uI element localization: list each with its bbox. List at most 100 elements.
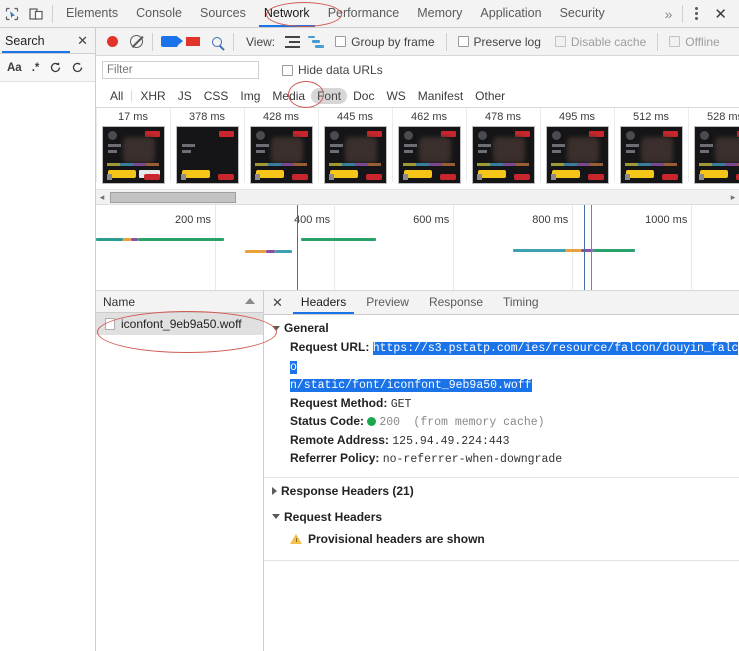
type-filter-img[interactable]: Img bbox=[234, 88, 266, 104]
filmstrip-frame-thumbnail[interactable] bbox=[693, 126, 739, 184]
type-filter-doc[interactable]: Doc bbox=[347, 88, 380, 104]
filmstrip-frame[interactable]: 17 ms bbox=[96, 108, 170, 189]
scrollbar-thumb[interactable] bbox=[110, 191, 236, 203]
filmstrip-frame[interactable]: 512 ms bbox=[614, 108, 688, 189]
scrollbar-left-arrow-icon[interactable]: ◂ bbox=[96, 192, 108, 203]
refresh-icon[interactable] bbox=[45, 58, 65, 78]
search-close-icon[interactable]: ✕ bbox=[77, 33, 95, 49]
provisional-headers-row: Provisional headers are shown bbox=[264, 528, 739, 546]
checkbox-box-preserve-log[interactable] bbox=[457, 36, 469, 47]
tab-application[interactable]: Application bbox=[471, 0, 550, 27]
inspect-element-icon[interactable] bbox=[0, 1, 24, 27]
record-button[interactable] bbox=[100, 29, 124, 55]
checkbox-hide-data-urls[interactable]: Hide data URLs bbox=[275, 63, 390, 77]
waterfall-view-button[interactable] bbox=[304, 29, 328, 55]
request-detail-pane: ✕ Headers Preview Response Timing Genera… bbox=[264, 291, 739, 651]
overview-timeline[interactable]: 200 ms 400 ms 600 ms 800 ms 1000 ms bbox=[96, 205, 739, 291]
checkbox-box-hide-data-urls[interactable] bbox=[282, 64, 293, 76]
overview-request-bar bbox=[244, 250, 266, 253]
overview-scrollbar[interactable]: ◂ ▸ bbox=[96, 190, 739, 205]
close-icon[interactable]: ✕ bbox=[706, 5, 735, 23]
overview-gridline bbox=[215, 205, 217, 290]
filmstrip-frame[interactable]: 478 ms bbox=[466, 108, 540, 189]
request-list-header[interactable]: Name bbox=[96, 291, 263, 313]
filter-input[interactable] bbox=[102, 61, 259, 79]
clear-button[interactable] bbox=[124, 29, 148, 55]
type-filter-xhr[interactable]: XHR bbox=[134, 88, 171, 104]
tab-console[interactable]: Console bbox=[127, 0, 191, 27]
devtools-window: Elements Console Sources Network Perform… bbox=[0, 0, 739, 651]
tab-headers[interactable]: Headers bbox=[291, 291, 356, 314]
filter-button[interactable] bbox=[181, 29, 205, 55]
tab-preview[interactable]: Preview bbox=[356, 291, 419, 314]
checkbox-offline[interactable]: Offline bbox=[662, 35, 726, 49]
checkbox-group-by-frame[interactable]: Group by frame bbox=[328, 35, 441, 49]
scrollbar-right-arrow-icon[interactable]: ▸ bbox=[727, 192, 739, 203]
request-method-value: GET bbox=[390, 397, 412, 411]
checkbox-box-group-by-frame[interactable] bbox=[335, 36, 347, 47]
filmstrip-frame-thumbnail[interactable] bbox=[471, 126, 535, 184]
type-filter-font[interactable]: Font bbox=[311, 87, 348, 104]
tab-response[interactable]: Response bbox=[419, 291, 493, 314]
filmstrip-frame-thumbnail[interactable] bbox=[619, 126, 683, 184]
tab-memory[interactable]: Memory bbox=[408, 0, 471, 27]
filmstrip-frame[interactable]: 378 ms bbox=[170, 108, 244, 189]
regex-button[interactable]: .* bbox=[28, 62, 44, 74]
section-response-headers[interactable]: Response Headers (21) bbox=[264, 478, 739, 502]
type-filter-ws[interactable]: WS bbox=[380, 88, 411, 104]
type-filter-divider bbox=[131, 89, 133, 102]
filmstrip-frame-thumbnail[interactable] bbox=[101, 126, 165, 184]
tab-security[interactable]: Security bbox=[551, 0, 614, 27]
filmstrip-frame-thumbnail[interactable] bbox=[249, 126, 313, 184]
chevron-double-right-icon[interactable]: » bbox=[659, 6, 679, 22]
section-general[interactable]: General bbox=[264, 315, 739, 339]
type-filter-media[interactable]: Media bbox=[266, 88, 311, 104]
list-view-button[interactable] bbox=[280, 29, 304, 55]
tab-sources[interactable]: Sources bbox=[191, 0, 255, 27]
request-url-value-line2[interactable]: n/static/font/iconfont_9eb9a50.woff bbox=[290, 379, 532, 392]
filmstrip-frame[interactable]: 462 ms bbox=[392, 108, 466, 189]
section-request-headers[interactable]: Request Headers bbox=[264, 502, 739, 528]
chevron-down-icon[interactable] bbox=[272, 325, 280, 331]
type-filter-all[interactable]: All bbox=[104, 88, 129, 104]
filmstrip-frame[interactable]: 428 ms bbox=[244, 108, 318, 189]
tab-network[interactable]: Network bbox=[255, 0, 319, 27]
referrer-policy-value: no-referrer-when-downgrade bbox=[382, 453, 563, 466]
checkbox-preserve-log[interactable]: Preserve log bbox=[451, 35, 548, 49]
clear-search-icon[interactable] bbox=[67, 58, 87, 78]
filmstrip-frame-thumbnail[interactable] bbox=[323, 126, 387, 184]
filmstrip-frame-thumbnail[interactable] bbox=[175, 126, 239, 184]
capture-screenshots-button[interactable] bbox=[157, 29, 183, 55]
overview-request-bar bbox=[274, 250, 293, 253]
filmstrip-frame[interactable]: 445 ms bbox=[318, 108, 392, 189]
net-divider-2 bbox=[233, 32, 234, 51]
search-button[interactable] bbox=[205, 29, 229, 55]
table-row[interactable]: iconfont_9eb9a50.woff bbox=[96, 313, 263, 335]
tab-timing[interactable]: Timing bbox=[493, 291, 549, 314]
filmstrip-frame-thumbnail[interactable] bbox=[545, 126, 609, 184]
tab-elements[interactable]: Elements bbox=[57, 0, 127, 27]
sort-ascending-icon[interactable] bbox=[245, 298, 255, 304]
detail-close-icon[interactable]: ✕ bbox=[270, 295, 291, 311]
request-method-row: Request Method: GET bbox=[290, 395, 739, 414]
type-filter-js[interactable]: JS bbox=[172, 88, 198, 104]
chevron-right-icon[interactable] bbox=[272, 486, 277, 495]
type-filter-manifest[interactable]: Manifest bbox=[412, 88, 469, 104]
kebab-menu-icon[interactable] bbox=[687, 7, 706, 20]
checkbox-box-disable-cache[interactable] bbox=[554, 36, 566, 47]
checkbox-disable-cache[interactable]: Disable cache bbox=[548, 35, 653, 49]
tab-performance[interactable]: Performance bbox=[319, 0, 409, 27]
device-toolbar-icon[interactable] bbox=[24, 1, 48, 27]
type-filter-other[interactable]: Other bbox=[469, 88, 511, 104]
filmstrip-frame-time: 17 ms bbox=[118, 111, 148, 123]
filmstrip-frame[interactable]: 495 ms bbox=[540, 108, 614, 189]
tab-search[interactable]: Search bbox=[0, 34, 45, 48]
scrollbar-track[interactable] bbox=[108, 190, 727, 205]
chevron-down-icon-2[interactable] bbox=[272, 514, 280, 519]
type-filter-css[interactable]: CSS bbox=[198, 88, 235, 104]
checkbox-box-offline[interactable] bbox=[669, 36, 681, 47]
filmstrip-frame-thumbnail[interactable] bbox=[397, 126, 461, 184]
match-case-button[interactable]: Aa bbox=[3, 62, 26, 74]
filmstrip-frame[interactable]: 528 ms bbox=[688, 108, 739, 189]
column-header-name[interactable]: Name bbox=[103, 295, 135, 309]
